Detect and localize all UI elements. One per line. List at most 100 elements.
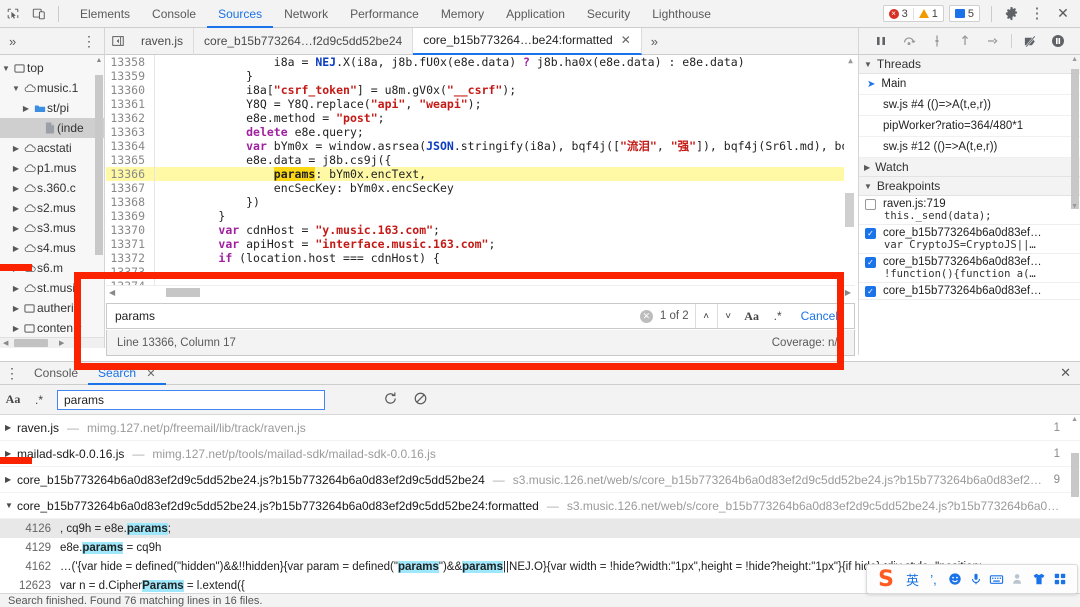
- tree-item-music-1[interactable]: ▼music.1: [0, 78, 104, 98]
- tab-performance[interactable]: Performance: [339, 0, 430, 28]
- drawer-close-icon[interactable]: ✕: [1060, 365, 1071, 381]
- tree-item-st-musi[interactable]: ▶st.musi: [0, 278, 104, 298]
- kebab-menu-icon[interactable]: ⋮: [1024, 1, 1050, 27]
- scroll-right-arrow[interactable]: ▶: [845, 288, 851, 297]
- tree-item-s-360-c[interactable]: ▶s.360.c: [0, 178, 104, 198]
- sidebar-vertical-scrollbar[interactable]: ▲ ▼: [1071, 55, 1080, 355]
- code-line-13372[interactable]: 13372 if (location.host === cdnHost) {: [106, 251, 855, 265]
- navigator-more-icon[interactable]: »: [0, 34, 25, 49]
- navigator-kebab-icon[interactable]: ⋮: [82, 33, 96, 50]
- code-line-13370[interactable]: 13370 var cdnHost = "y.music.163.com";: [106, 223, 855, 237]
- find-input[interactable]: [107, 304, 640, 328]
- breakpoint-item[interactable]: raven.js:719this._send(data);: [859, 196, 1080, 225]
- thread-item[interactable]: sw.js #4 (()=>A(t,e,r)): [859, 95, 1080, 116]
- tabs-overflow-icon[interactable]: »: [642, 34, 667, 49]
- scroll-right-arrow[interactable]: ▶: [56, 339, 67, 347]
- scroll-up-arrow[interactable]: ▲: [848, 56, 853, 65]
- scrollbar-thumb[interactable]: [95, 75, 103, 255]
- scroll-up-arrow[interactable]: ▲: [1071, 56, 1078, 63]
- breakpoint-item[interactable]: ✓core_b15b773264b6a0d83ef…: [859, 283, 1080, 300]
- breakpoint-checkbox[interactable]: ✓: [865, 286, 876, 297]
- tree-twisty-icon[interactable]: ▶: [10, 224, 22, 233]
- breakpoint-checkbox[interactable]: [865, 199, 876, 210]
- tree-overflow-icon[interactable]: ▼: [73, 324, 85, 333]
- tree-twisty-icon[interactable]: ▶: [10, 204, 22, 213]
- match-case-toggle[interactable]: Aa: [739, 304, 765, 328]
- tree-item-top[interactable]: ▼top: [0, 58, 104, 78]
- code-line-13371[interactable]: 13371 var apiHost = "interface.music.163…: [106, 237, 855, 251]
- tab-console[interactable]: Console: [141, 0, 207, 28]
- result-twisty-icon[interactable]: ▶: [5, 423, 13, 432]
- refresh-icon[interactable]: [375, 391, 405, 409]
- file-tab-raven[interactable]: raven.js: [131, 28, 194, 55]
- emoji-button[interactable]: [944, 566, 965, 592]
- warning-counter[interactable]: 1: [913, 8, 943, 20]
- search-result-line[interactable]: 4129e8e.params = cq9h: [0, 538, 1080, 557]
- tab-elements[interactable]: Elements: [69, 0, 141, 28]
- step-over-button[interactable]: [899, 31, 919, 51]
- breakpoint-item[interactable]: ✓core_b15b773264b6a0d83ef…!function(){fu…: [859, 254, 1080, 283]
- tree-item-s2-mus[interactable]: ▶s2.mus: [0, 198, 104, 218]
- editor-vertical-scrollbar[interactable]: ▲: [844, 55, 855, 283]
- scroll-left-arrow[interactable]: ◀: [109, 288, 115, 297]
- file-tab-core-formatted[interactable]: core_b15b773264…be24:formatted ✕: [413, 28, 642, 55]
- code-line-13358[interactable]: 13358 i8a = NEJ.X(i8a, j8b.fU0x(e8e.data…: [106, 55, 855, 69]
- thread-item[interactable]: pipWorker?ratio=364/480*1: [859, 116, 1080, 137]
- navigator-horizontal-scrollbar[interactable]: ◀ ▶: [0, 337, 105, 348]
- tree-item--inde[interactable]: (inde: [0, 118, 104, 138]
- inspect-element-icon[interactable]: [0, 1, 26, 27]
- tree-twisty-icon[interactable]: ▶: [10, 164, 22, 173]
- scrollbar-thumb[interactable]: [14, 339, 48, 347]
- file-navigator[interactable]: ▼top▼music.1▶st/pi(inde▶acstati▶p1.mus▶s…: [0, 55, 105, 348]
- thread-item[interactable]: ➤Main: [859, 74, 1080, 95]
- tab-network[interactable]: Network: [273, 0, 339, 28]
- drawer-tab-console[interactable]: Console: [24, 361, 88, 385]
- gear-icon[interactable]: [998, 1, 1024, 27]
- code-line-13366[interactable]: 13366 params: bYm0x.encText,: [106, 167, 855, 181]
- code-line-13373[interactable]: 13373: [106, 265, 855, 279]
- tree-item-p1-mus[interactable]: ▶p1.mus: [0, 158, 104, 178]
- code-line-13361[interactable]: 13361 Y8Q = Y8Q.replace("api", "weapi");: [106, 97, 855, 111]
- scroll-down-arrow[interactable]: ▼: [1071, 203, 1078, 210]
- deactivate-breakpoints-button[interactable]: [1020, 31, 1040, 51]
- editor-horizontal-scrollbar[interactable]: ◀ ▶: [106, 285, 855, 299]
- code-editor[interactable]: 13358 i8a = NEJ.X(i8a, j8b.fU0x(e8e.data…: [106, 55, 855, 293]
- tab-security[interactable]: Security: [576, 0, 641, 28]
- error-counter[interactable]: × 3: [884, 8, 913, 20]
- search-result-file[interactable]: ▶core_b15b773264b6a0d83ef2d9c5dd52be24.j…: [0, 467, 1080, 493]
- step-out-button[interactable]: [955, 31, 975, 51]
- search-result-line[interactable]: 4126, cq9h = e8e.params;: [0, 519, 1080, 538]
- tree-item-s6-m[interactable]: ▶s6.m: [0, 258, 104, 278]
- code-line-13368[interactable]: 13368 }): [106, 195, 855, 209]
- code-line-13363[interactable]: 13363 delete e8e.query;: [106, 125, 855, 139]
- scroll-left-arrow[interactable]: ◀: [0, 339, 11, 347]
- tree-twisty-icon[interactable]: ▼: [10, 84, 22, 93]
- tree-twisty-icon[interactable]: ▶: [10, 304, 22, 313]
- breakpoint-item[interactable]: ✓core_b15b773264b6a0d83ef…var CryptoJS=C…: [859, 225, 1080, 254]
- device-toolbar-icon[interactable]: [26, 1, 52, 27]
- sogou-logo-icon[interactable]: S: [871, 566, 901, 592]
- tree-item-autheric[interactable]: ▶autheric: [0, 298, 104, 318]
- search-input[interactable]: [57, 390, 325, 410]
- search-regex-toggle[interactable]: .*: [26, 393, 52, 407]
- find-cancel-button[interactable]: Cancel: [791, 309, 854, 323]
- result-twisty-icon[interactable]: ▶: [5, 449, 13, 458]
- code-line-13369[interactable]: 13369 }: [106, 209, 855, 223]
- drawer-kebab-icon[interactable]: ⋮: [0, 365, 24, 382]
- tree-twisty-icon[interactable]: ▶: [20, 104, 32, 113]
- find-previous-button[interactable]: ˄: [695, 304, 717, 328]
- watch-section-header[interactable]: ▶ Watch: [859, 158, 1080, 177]
- scroll-up-arrow[interactable]: ▲: [1071, 416, 1078, 423]
- message-counter[interactable]: 5: [950, 8, 979, 20]
- threads-section-header[interactable]: ▼ Threads: [859, 55, 1080, 74]
- regex-toggle[interactable]: .*: [765, 304, 791, 328]
- pause-resume-button[interactable]: [871, 31, 891, 51]
- thread-item[interactable]: sw.js #12 (()=>A(t,e,r)): [859, 137, 1080, 158]
- tab-lighthouse[interactable]: Lighthouse: [641, 0, 722, 28]
- step-button[interactable]: [983, 31, 1003, 51]
- navigator-vertical-scrollbar[interactable]: ▲: [95, 57, 103, 287]
- voice-input-button[interactable]: [965, 566, 986, 592]
- step-into-button[interactable]: [927, 31, 947, 51]
- code-line-13364[interactable]: 13364 var bYm0x = window.asrsea(JSON.str…: [106, 139, 855, 153]
- tab-memory[interactable]: Memory: [430, 0, 495, 28]
